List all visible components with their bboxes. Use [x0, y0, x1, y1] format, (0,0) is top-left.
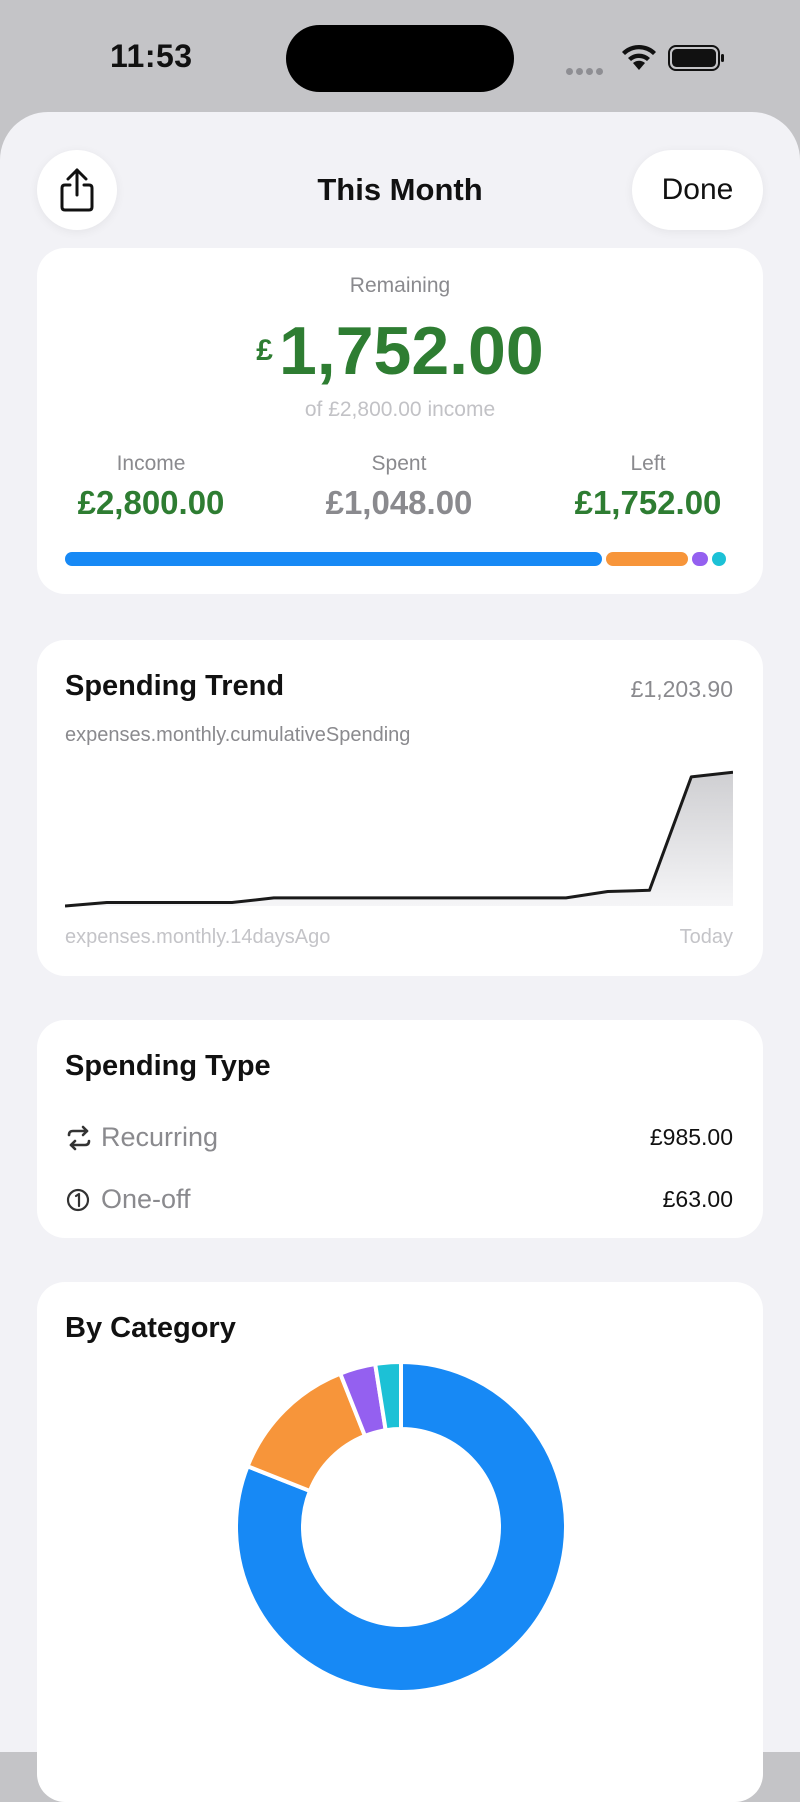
budget-bar-segment-blue [65, 552, 603, 566]
one-circle-icon [66, 1188, 90, 1212]
remaining-amount: £1,752.00 [37, 312, 763, 390]
spending-type-title: Spending Type [65, 1050, 271, 1082]
income-value: £2,800.00 [77, 484, 225, 521]
trend-axis-end: Today [679, 926, 733, 948]
spending-trend-subtitle: expenses.monthly.cumulativeSpending [65, 724, 411, 746]
remaining-value: 1,752.00 [278, 313, 544, 389]
spending-trend-chart [65, 770, 733, 908]
budget-bar-segment-purple [691, 552, 708, 566]
currency-symbol: £ [256, 334, 273, 367]
of-income-text: of £2,800.00 income [304, 398, 496, 421]
spending-type-card: Spending Type Recurring £985.00 One-off … [37, 1020, 763, 1238]
spending-type-row-one-off[interactable]: One-off £63.00 [65, 1180, 733, 1220]
wifi-icon [622, 44, 656, 70]
summary-card: Remaining £1,752.00 of £2,800.00 income … [37, 248, 763, 594]
month-sheet: This Month Done Remaining £1,752.00 of £… [0, 112, 800, 1802]
spent-stat: Spent £1,048.00 [313, 452, 485, 522]
income-stat: Income £2,800.00 [65, 452, 237, 522]
by-category-title: By Category [65, 1312, 236, 1344]
left-label: Left [630, 452, 666, 475]
repeat-icon [67, 1125, 91, 1151]
done-button[interactable]: Done [632, 150, 763, 230]
left-stat: Left £1,752.00 [559, 452, 737, 522]
status-time: 11:53 [110, 38, 193, 74]
category-donut-chart [234, 1360, 568, 1694]
spending-type-row-recurring[interactable]: Recurring £985.00 [65, 1118, 733, 1158]
spending-trend-total: £1,203.90 [630, 676, 733, 702]
one-off-label: One-off [101, 1184, 191, 1214]
remaining-label: Remaining [349, 274, 451, 297]
spending-trend-card[interactable]: Spending Trend £1,203.90 expenses.monthl… [37, 640, 763, 976]
trend-axis-start: expenses.monthly.14daysAgo [65, 926, 331, 948]
recurring-value: £985.00 [649, 1124, 733, 1150]
battery-icon [668, 45, 724, 71]
status-bar: 11:53 [0, 0, 800, 110]
income-label: Income [116, 452, 186, 475]
recurring-label: Recurring [101, 1122, 219, 1152]
budget-progress-bar [65, 552, 733, 566]
budget-bar-segment-teal [711, 552, 727, 566]
one-off-value: £63.00 [662, 1186, 733, 1212]
budget-bar-segment-orange [606, 552, 688, 566]
trend-area [65, 772, 733, 906]
spent-value: £1,048.00 [325, 484, 473, 521]
dynamic-island [286, 25, 514, 92]
by-category-card: By Category [37, 1282, 763, 1802]
left-value: £1,752.00 [574, 484, 722, 521]
signal-dots-icon [566, 62, 606, 80]
trend-line [65, 770, 733, 908]
spending-trend-title: Spending Trend [65, 670, 285, 702]
spent-label: Spent [371, 452, 427, 475]
